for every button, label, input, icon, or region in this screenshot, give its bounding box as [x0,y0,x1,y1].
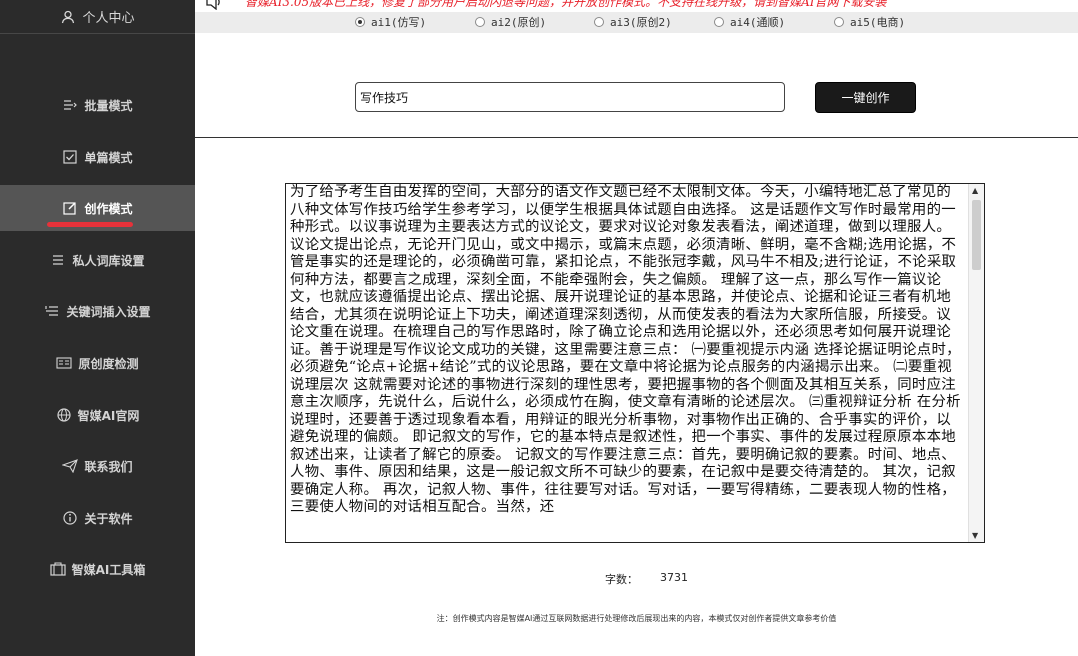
generate-button[interactable]: 一键创作 [815,82,916,113]
radio-ai3[interactable]: ai3(原创2) [594,14,672,30]
user-center-label: 个人中心 [82,11,135,26]
notice-text: 智媒AI3.05版本已上线，修复了部分用户启动闪退等问题，并开放创作模式。不支持… [245,0,887,9]
sidebar-item-originality-check[interactable]: 原创度检测 [0,340,195,386]
scroll-up-arrow-icon[interactable]: ▲ [972,186,978,195]
sidebar-item-private-lexicon[interactable]: 私人词库设置 [0,237,195,283]
globe-icon [56,407,72,423]
scroll-thumb[interactable] [972,200,981,270]
sidebar-item-contact[interactable]: 联系我们 [0,443,195,489]
ai-mode-selector: ai1(仿写) ai2(原创) ai3(原创2) ai4(通顺) ai5(电商) [195,12,1078,33]
radio-circle [834,17,844,27]
sidebar-item-toolbox[interactable]: 智媒AI工具箱 [0,546,195,592]
sidebar-item-single-mode[interactable]: 单篇模式 [0,134,195,180]
sidebar-item-website[interactable]: 智媒AI官网 [0,392,195,438]
article-scrollbar[interactable]: ▲ ▼ [968,184,984,542]
batch-icon [62,97,78,113]
edit-icon [62,200,78,216]
sidebar-divider [0,33,195,34]
sidebar: 个人中心 批量模式 单篇模式 创作模式 私人词库设置 关键词插入设置 原创度检测… [0,0,195,656]
paper-plane-icon [62,458,79,474]
radio-label: ai1(仿写) [371,16,427,29]
notice-banner: 智媒AI3.05版本已上线，修复了部分用户启动闪退等问题，并开放创作模式。不支持… [195,0,1078,12]
user-center-button[interactable]: 个人中心 [0,0,195,33]
scroll-down-arrow-icon[interactable]: ▼ [972,531,978,540]
radio-label: ai3(原创2) [610,16,672,29]
info-icon [62,510,78,526]
keyword-input[interactable] [355,82,785,112]
sidebar-item-label: 关键词插入设置 [66,304,151,319]
sidebar-item-keyword-insert[interactable]: 关键词插入设置 [0,288,195,334]
radio-circle [475,17,485,27]
card-icon [56,355,73,371]
radio-ai1[interactable]: ai1(仿写) [355,14,426,30]
radio-circle [714,17,724,27]
main-panel: 智媒AI3.05版本已上线，修复了部分用户启动闪退等问题，并开放创作模式。不支持… [195,0,1078,656]
menu-lines-icon [50,252,66,268]
user-icon [60,9,76,25]
sidebar-item-label: 私人词库设置 [72,253,145,268]
footnote: 注：创作模式内容是智媒AI通过互联网数据进行处理修改后展现出来的内容，本模式仅对… [436,614,837,623]
toolbox-icon [50,561,66,577]
radio-ai2[interactable]: ai2(原创) [475,14,546,30]
sidebar-item-label: 原创度检测 [78,356,139,371]
sidebar-item-batch-mode[interactable]: 批量模式 [0,82,195,128]
word-count: 字数： 3731 [605,571,688,587]
sidebar-item-label: 智媒AI官网 [77,408,140,423]
sidebar-item-label: 批量模式 [84,98,133,113]
active-indicator [47,222,133,227]
insert-icon [44,303,60,319]
radio-label: ai5(电商) [850,16,906,29]
radio-circle [355,17,365,27]
sidebar-item-label: 关于软件 [84,511,133,526]
speaker-icon [205,0,223,12]
article-textarea[interactable]: 为了给予考生自由发挥的空间，大部分的语文作文题已经不太限制文体。今天，小编特地汇… [285,183,985,543]
word-count-value: 3731 [660,571,688,584]
section-divider [195,137,1078,138]
sidebar-item-label: 单篇模式 [84,150,133,165]
sidebar-item-label: 联系我们 [84,459,133,474]
radio-ai4[interactable]: ai4(通顺) [714,14,785,30]
word-count-label: 字数： [605,573,638,586]
radio-label: ai2(原创) [491,16,547,29]
sidebar-item-label: 创作模式 [84,201,133,216]
radio-ai5[interactable]: ai5(电商) [834,14,905,30]
sidebar-item-label: 智媒AI工具箱 [71,562,146,577]
radio-circle [594,17,604,27]
radio-label: ai4(通顺) [730,16,786,29]
sidebar-item-about[interactable]: 关于软件 [0,495,195,541]
check-square-icon [62,149,78,165]
article-text: 为了给予考生自由发挥的空间，大部分的语文作文题已经不太限制文体。今天，小编特地汇… [290,184,961,515]
